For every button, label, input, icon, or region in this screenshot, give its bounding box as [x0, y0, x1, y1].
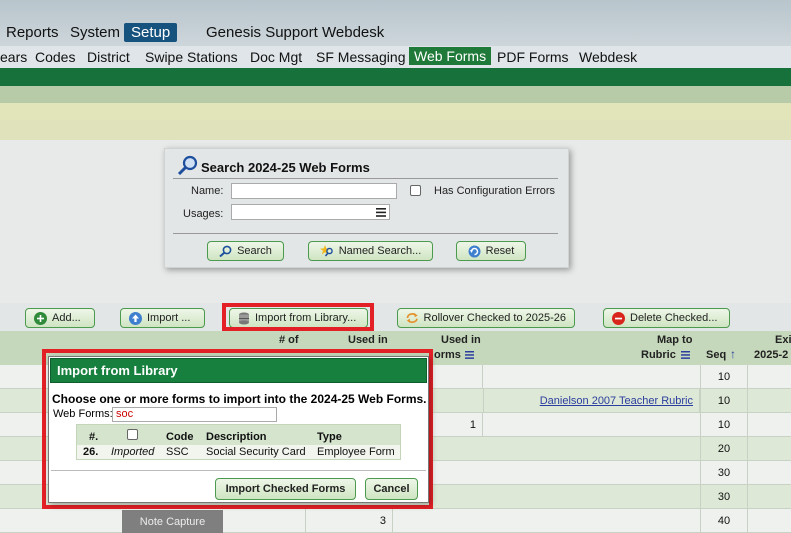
name-input[interactable] — [231, 183, 397, 199]
subnav-item-web-forms[interactable]: Web Forms — [409, 47, 492, 65]
add-button-label: Add... — [52, 312, 81, 324]
rollover-button[interactable]: Rollover Checked to 2025-26 — [397, 308, 575, 328]
note-capture-cell[interactable]: Note Capture — [122, 510, 223, 533]
info-bar — [0, 86, 791, 103]
usages-select[interactable] — [231, 204, 390, 220]
seq-cell: 10 — [700, 413, 748, 437]
col-header-used-in: Used in — [348, 334, 388, 346]
subnav-item-district[interactable]: District — [87, 49, 130, 65]
reset-button-label: Reset — [485, 245, 515, 257]
add-button[interactable]: Add... — [25, 308, 95, 328]
select-all-checkbox[interactable] — [127, 429, 138, 440]
search-button-label: Search — [237, 245, 272, 257]
seq-cell: 20 — [700, 437, 748, 461]
magnifier-icon — [219, 245, 232, 257]
used-in-cell: 3 — [305, 509, 393, 533]
divider — [51, 470, 426, 471]
row-code: SSC — [166, 446, 189, 458]
tab-setup[interactable]: Setup — [124, 23, 178, 42]
tab-system[interactable]: System — [70, 24, 120, 41]
col-header-description: Description — [206, 431, 267, 443]
dialog-title: Import from Library — [50, 358, 427, 383]
highlight-box — [222, 303, 374, 331]
row-description: Social Security Card — [206, 446, 306, 458]
web-forms-label: Web Forms: — [53, 408, 113, 420]
action-toolbar: Add... Import ... Import from Library...… — [0, 303, 791, 331]
col-header-code: Code — [166, 431, 194, 443]
import-library-dialog: Import from Library Choose one or more f… — [48, 356, 429, 503]
col-header-seq[interactable]: Seq — [706, 349, 726, 361]
search-button[interactable]: Search — [207, 241, 284, 261]
col-header-map-to: Map to — [657, 334, 693, 346]
col-header-type: Type — [317, 431, 342, 443]
subnav-item-codes[interactable]: Codes — [35, 49, 75, 65]
col-header-map-to-line2: Rubric — [641, 349, 676, 361]
library-forms-table: #. Code Description Type 26. Imported SS… — [76, 424, 401, 460]
name-label: Name: — [191, 185, 224, 197]
search-panel: Search 2024-25 Web Forms Name: Has Confi… — [164, 148, 569, 268]
rubric-link[interactable]: Danielson 2007 Teacher Rubric — [540, 395, 693, 407]
search-title: Search 2024-25 Web Forms — [201, 160, 370, 175]
subnav-item-doc-mgt[interactable]: Doc Mgt — [250, 49, 302, 65]
tab-webdesk[interactable]: Webdesk — [322, 24, 384, 41]
config-errors-checkbox[interactable] — [410, 185, 421, 196]
subnav-item-swipe-stations[interactable]: Swipe Stations — [145, 49, 238, 65]
info-bar — [0, 103, 791, 120]
seq-cell: 30 — [700, 485, 748, 509]
sub-nav: ears Codes District Swipe Stations Doc M… — [0, 46, 791, 68]
web-forms-filter-input[interactable]: soc — [112, 407, 277, 422]
delete-icon — [612, 311, 625, 325]
col-header-num: #. — [89, 431, 99, 443]
plus-icon — [34, 311, 47, 325]
magnifier-icon — [177, 155, 198, 175]
row-number: 26. — [83, 446, 99, 458]
info-bar — [0, 120, 791, 140]
subnav-item-pdf-forms[interactable]: PDF Forms — [497, 49, 569, 65]
tab-genesis-support[interactable]: Genesis Support — [206, 24, 318, 41]
table-row[interactable]: 26. Imported SSC Social Security Card Em… — [77, 445, 400, 459]
import-button[interactable]: Import ... — [120, 308, 205, 328]
top-nav: Reports System Setup Genesis Support Web… — [0, 0, 791, 46]
col-header-exists: Exi — [775, 334, 791, 346]
config-errors-label: Has Configuration Errors — [434, 185, 556, 197]
sort-up-arrow-icon[interactable]: ↑ — [730, 347, 736, 361]
seq-cell: 10 — [700, 365, 748, 389]
col-header-used-in-2: Used in — [441, 334, 481, 346]
row-status: Imported — [111, 446, 155, 458]
row-type: Employee Form — [317, 446, 395, 458]
divider — [173, 178, 558, 179]
tab-reports[interactable]: Reports — [6, 24, 59, 41]
subnav-item-years[interactable]: ears — [0, 49, 27, 65]
subnav-item-sf-messaging[interactable]: SF Messaging — [316, 49, 405, 65]
magnifier-star-icon — [319, 245, 333, 257]
col-header-exists-line2: 2025-2 — [754, 349, 789, 361]
named-search-button[interactable]: Named Search... — [308, 241, 433, 261]
seq-cell: 40 — [700, 509, 748, 533]
green-banner — [0, 68, 791, 86]
sort-menu-icon[interactable] — [681, 351, 690, 359]
subnav-item-webdesk[interactable]: Webdesk — [579, 49, 637, 65]
import-checked-forms-button[interactable]: Import Checked Forms — [215, 478, 356, 500]
sort-menu-icon[interactable] — [465, 351, 474, 359]
divider — [173, 233, 558, 234]
table-row[interactable]: 3 40 — [0, 509, 791, 533]
rollover-icon — [406, 313, 418, 324]
refresh-icon — [468, 245, 481, 257]
delete-checked-button[interactable]: Delete Checked... — [603, 308, 730, 328]
delete-checked-label: Delete Checked... — [630, 312, 718, 324]
usages-label: Usages: — [183, 208, 224, 220]
reset-button[interactable]: Reset — [456, 241, 526, 261]
rollover-button-label: Rollover Checked to 2025-26 — [423, 312, 566, 324]
menu-icon[interactable] — [376, 208, 386, 217]
col-header-used-in-2-line2: orms — [434, 349, 461, 361]
cancel-button[interactable]: Cancel — [365, 478, 418, 500]
seq-cell: 10 — [700, 389, 748, 413]
seq-cell: 30 — [700, 461, 748, 485]
col-header-num-of: # of — [279, 334, 299, 346]
dialog-message: Choose one or more forms to import into … — [52, 392, 427, 406]
named-search-button-label: Named Search... — [338, 245, 422, 257]
upload-icon — [129, 311, 142, 325]
import-button-label: Import ... — [147, 312, 191, 324]
